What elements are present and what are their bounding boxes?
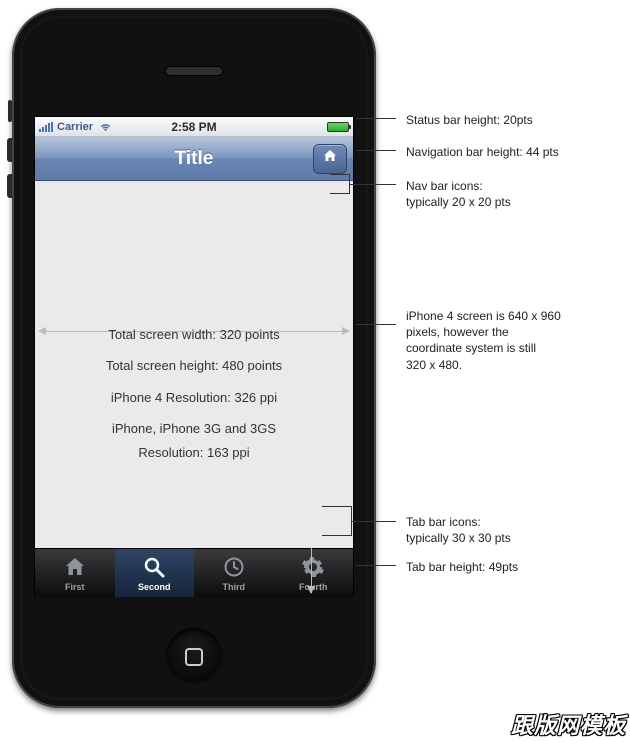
iphone-device-frame: Carrier 2:58 PM Title — [12, 8, 376, 708]
spec-height: Total screen height: 480 points — [35, 354, 353, 377]
tab-bar: First Second Third Fourth — [35, 548, 353, 597]
tab-third[interactable]: Third — [194, 549, 274, 597]
wifi-icon — [99, 122, 112, 132]
spec-res-iphone4: iPhone 4 Resolution: 326 ppi — [35, 386, 353, 409]
status-bar-time: 2:58 PM — [171, 120, 216, 134]
annotation-tab-bar: Tab bar height: 49pts — [406, 559, 616, 575]
volume-up-button — [7, 138, 12, 162]
leader-line — [356, 118, 396, 119]
content-area: Total screen width: 320 points Total scr… — [35, 181, 353, 548]
tab-first[interactable]: First — [35, 549, 115, 597]
mute-switch — [8, 100, 12, 122]
home-button[interactable] — [165, 628, 223, 686]
tab-label: Third — [223, 582, 246, 592]
gear-icon — [300, 554, 326, 580]
spec-width: Total screen width: 320 points — [35, 323, 353, 346]
leader-line — [350, 184, 396, 185]
size-bracket-tab-icon — [322, 506, 352, 536]
nav-bar-title: Title — [175, 148, 214, 170]
annotation-tab-icons: Tab bar icons: typically 30 x 30 pts — [406, 514, 616, 546]
annotation-nav-icons: Nav bar icons: typically 20 x 20 pts — [406, 178, 616, 210]
home-icon — [322, 148, 338, 170]
status-bar: Carrier 2:58 PM — [35, 117, 353, 137]
device-screen: Carrier 2:58 PM Title — [34, 116, 354, 596]
magnifier-icon — [141, 554, 167, 580]
tab-label: Second — [138, 582, 171, 592]
carrier-label: Carrier — [57, 121, 93, 133]
content-specs-text: Total screen width: 320 points Total scr… — [35, 323, 353, 472]
volume-down-button — [7, 174, 12, 198]
tab-second[interactable]: Second — [115, 549, 195, 597]
watermark-text: 跟版网模板 — [511, 708, 626, 740]
house-icon — [62, 554, 88, 580]
leader-line — [356, 150, 396, 151]
leader-line — [356, 565, 396, 566]
leader-line — [356, 324, 396, 325]
battery-icon — [327, 122, 349, 132]
size-bracket-nav-icon — [330, 174, 350, 194]
nav-bar-home-button[interactable] — [313, 144, 347, 174]
clock-icon — [221, 554, 247, 580]
annotation-status-bar: Status bar height: 20pts — [406, 112, 616, 128]
annotation-screen-resolution: iPhone 4 screen is 640 x 960 pixels, how… — [406, 308, 616, 373]
navigation-bar: Title — [35, 137, 353, 181]
leader-line — [352, 521, 396, 522]
earpiece-speaker — [165, 66, 223, 76]
annotation-nav-bar: Navigation bar height: 44 pts — [406, 144, 616, 160]
tab-label: First — [65, 582, 85, 592]
home-button-glyph — [185, 648, 203, 666]
signal-strength-icon — [39, 122, 53, 132]
spec-res-old: iPhone, iPhone 3G and 3GS Resolution: 16… — [35, 417, 353, 464]
